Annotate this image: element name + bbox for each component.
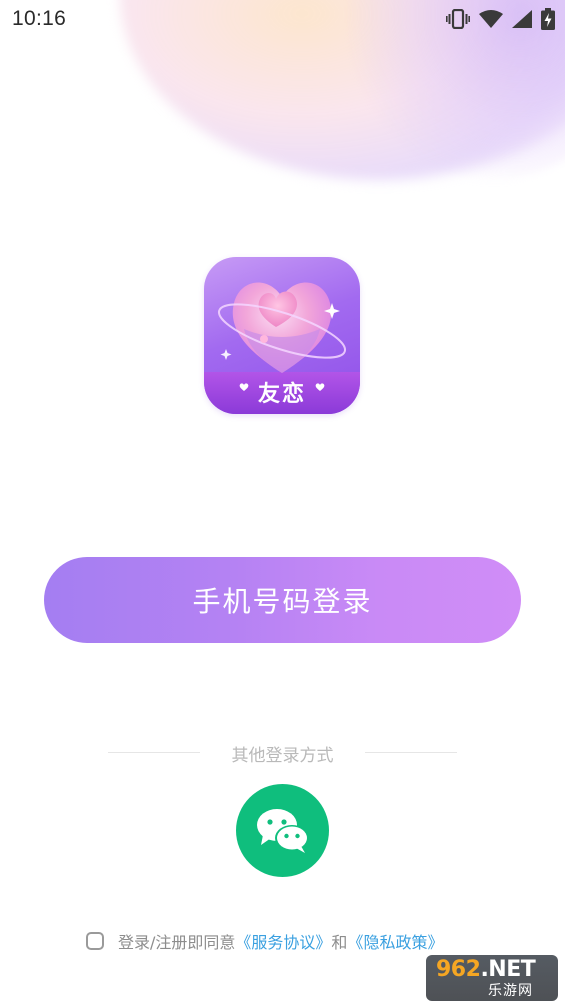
divider-right bbox=[365, 752, 457, 753]
app-logo: 友恋 bbox=[204, 257, 360, 414]
status-bar: 10:16 bbox=[0, 0, 565, 40]
watermark-number: 962 bbox=[436, 957, 481, 982]
wechat-icon bbox=[256, 808, 309, 853]
vibrate-icon bbox=[446, 9, 470, 29]
status-icons bbox=[446, 8, 555, 30]
watermark-subtitle: 乐游网 bbox=[488, 983, 533, 999]
battery-charging-icon bbox=[541, 8, 555, 30]
agreement-row: 登录/注册即同意 《服务协议》 和 《隐私政策》 bbox=[86, 928, 443, 954]
agreement-checkbox[interactable] bbox=[86, 932, 104, 950]
wechat-login-button[interactable] bbox=[236, 784, 329, 877]
site-watermark: 962.NET 乐游网 bbox=[426, 955, 558, 1001]
other-login-methods-label: 其他登录方式 bbox=[231, 746, 334, 766]
phone-login-label: 手机号码登录 bbox=[192, 585, 373, 618]
service-agreement-link[interactable]: 《服务协议》 bbox=[235, 929, 331, 953]
privacy-policy-link[interactable]: 《隐私政策》 bbox=[347, 929, 443, 953]
wifi-icon bbox=[479, 10, 503, 28]
agreement-prefix: 登录/注册即同意 bbox=[118, 933, 236, 952]
status-time: 10:16 bbox=[12, 7, 67, 30]
watermark-logo: 962.NET bbox=[436, 957, 536, 982]
agreement-conjunction: 和 bbox=[331, 933, 348, 952]
app-logo-text: 友恋 bbox=[257, 382, 306, 407]
signal-icon bbox=[512, 10, 532, 28]
watermark-suffix: .NET bbox=[480, 957, 536, 982]
phone-login-button[interactable]: 手机号码登录 bbox=[44, 557, 521, 643]
